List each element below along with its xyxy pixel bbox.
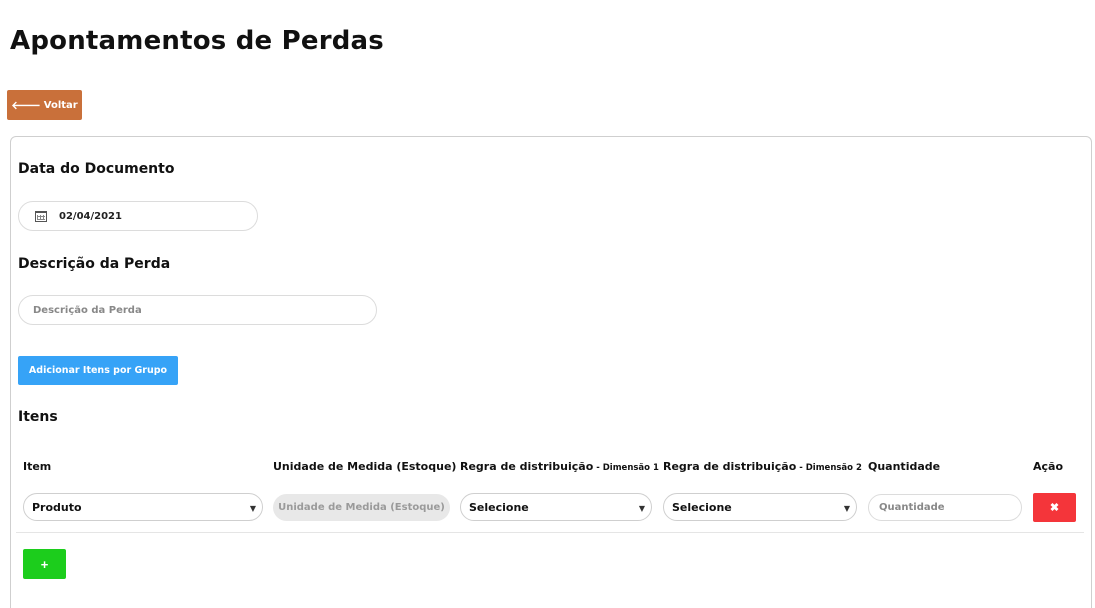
quantity-input[interactable] (868, 494, 1022, 521)
item-select-value: Produto (32, 500, 82, 514)
header-rule-dimension-2-label: Regra de distribuição (663, 460, 797, 473)
page-title: Apontamentos de Perdas (10, 26, 384, 56)
header-rule-dimension-1-sub: - Dimensão 1 (593, 463, 659, 473)
close-icon: ✖ (1049, 502, 1060, 514)
arrow-left-icon: 🡐 (11, 99, 41, 112)
rule-dimension-1-select[interactable]: Selecione ▼ (460, 493, 652, 521)
chevron-down-icon: ▼ (843, 504, 850, 513)
chevron-down-icon: ▼ (249, 504, 256, 513)
add-items-by-group-button[interactable]: Adicionar Itens por Grupo (18, 356, 178, 385)
header-unit: Unidade de Medida (Estoque) (273, 460, 457, 473)
header-quantity: Quantidade (868, 460, 941, 473)
date-label: Data do Documento (18, 161, 175, 177)
description-label: Descrição da Perda (18, 256, 171, 272)
header-rule-dimension-1: Regra de distribuição - Dimensão 1 (460, 460, 659, 473)
rule-dimension-2-select[interactable]: Selecione ▼ (663, 493, 857, 521)
add-row-button[interactable]: + (23, 549, 66, 579)
plus-icon: + (40, 556, 49, 572)
item-select[interactable]: Produto ▼ (23, 493, 263, 521)
back-button-label: Voltar (43, 99, 78, 111)
header-action: Ação (1033, 460, 1064, 473)
header-rule-dimension-1-label: Regra de distribuição (460, 460, 594, 473)
rule-dimension-1-value: Selecione (469, 500, 529, 514)
delete-row-button[interactable]: ✖ (1033, 493, 1076, 522)
form-panel: Data do Documento 02/04/2021 Descrição d… (10, 136, 1092, 608)
description-input[interactable] (18, 295, 377, 325)
unit-field: Unidade de Medida (Estoque) (273, 494, 450, 521)
date-value: 02/04/2021 (59, 210, 122, 222)
header-rule-dimension-2: Regra de distribuição - Dimensão 2 (663, 460, 862, 473)
chevron-down-icon: ▼ (638, 504, 645, 513)
back-button[interactable]: 🡐 Voltar (7, 90, 82, 120)
header-item: Item (23, 460, 52, 473)
row-divider (16, 532, 1084, 533)
items-label: Itens (18, 409, 58, 425)
rule-dimension-2-value: Selecione (672, 500, 732, 514)
header-rule-dimension-2-sub: - Dimensão 2 (796, 463, 862, 473)
calendar-icon (35, 210, 47, 222)
date-field[interactable]: 02/04/2021 (18, 201, 258, 231)
